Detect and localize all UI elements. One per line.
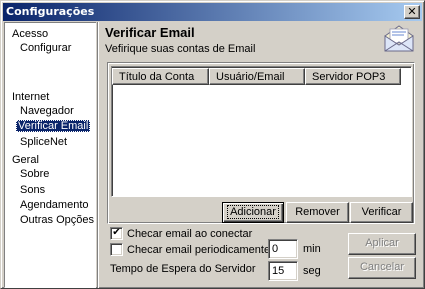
column-header-titulo[interactable]: Título da Conta	[112, 68, 209, 85]
page-subtitle: Vefirique suas contas de Email	[105, 43, 256, 55]
settings-window: Configurações ✕ Acesso Configurar Intern…	[0, 0, 425, 289]
nav-item-sobre[interactable]: Sobre	[18, 168, 51, 180]
nav-divider	[97, 22, 99, 288]
add-account-label: Adicionar	[227, 205, 279, 219]
window-title: Configurações	[6, 5, 95, 18]
nav-group-acesso: Acesso	[12, 28, 49, 40]
title-bar[interactable]: Configurações ✕	[3, 3, 422, 21]
nav-item-splicenet[interactable]: SpliceNet	[18, 136, 69, 148]
check-on-connect-checkbox[interactable]: ✔	[110, 227, 123, 240]
server-timeout-label: Tempo de Espera do Servidor	[110, 263, 256, 275]
cancel-button[interactable]: Cancelar	[348, 257, 416, 279]
close-button[interactable]: ✕	[404, 5, 420, 19]
page-title: Verificar Email	[105, 25, 195, 40]
check-interval-unit: min	[303, 243, 321, 255]
server-timeout-field[interactable]: 15	[268, 261, 298, 281]
nav-item-configurar[interactable]: Configurar	[18, 42, 73, 54]
check-periodic-checkbox[interactable]	[110, 243, 123, 256]
close-icon: ✕	[407, 5, 417, 18]
envelope-icon	[384, 25, 414, 52]
nav-group-internet: Internet	[12, 91, 50, 103]
add-account-button[interactable]: Adicionar	[222, 202, 284, 223]
nav-item-navegador[interactable]: Navegador	[18, 105, 76, 117]
nav-item-agendamento[interactable]: Agendamento	[18, 199, 91, 211]
server-timeout-unit: seg	[303, 265, 321, 277]
check-interval-field[interactable]: 0	[268, 239, 298, 259]
nav-item-outras-opcoes[interactable]: Outras Opções	[18, 214, 96, 226]
check-account-button[interactable]: Verificar	[350, 202, 413, 223]
remove-account-button[interactable]: Remover	[286, 202, 349, 223]
nav-item-sons[interactable]: Sons	[18, 184, 47, 196]
check-on-connect-label: Checar email ao conectar	[127, 228, 253, 240]
apply-button[interactable]: Aplicar	[348, 233, 416, 255]
nav-group-geral: Geral	[12, 154, 39, 166]
nav-item-verificar-email[interactable]: Verificar Email	[16, 120, 91, 132]
check-periodic-label: Checar email periodicamente	[127, 244, 271, 256]
settings-nav: Acesso Configurar Internet Navegador Ver…	[4, 22, 96, 288]
column-header-usuario[interactable]: Usuário/Email	[209, 68, 305, 85]
accounts-list[interactable]: Título da Conta Usuário/Email Servidor P…	[111, 66, 412, 197]
column-header-servidor[interactable]: Servidor POP3	[305, 68, 401, 85]
